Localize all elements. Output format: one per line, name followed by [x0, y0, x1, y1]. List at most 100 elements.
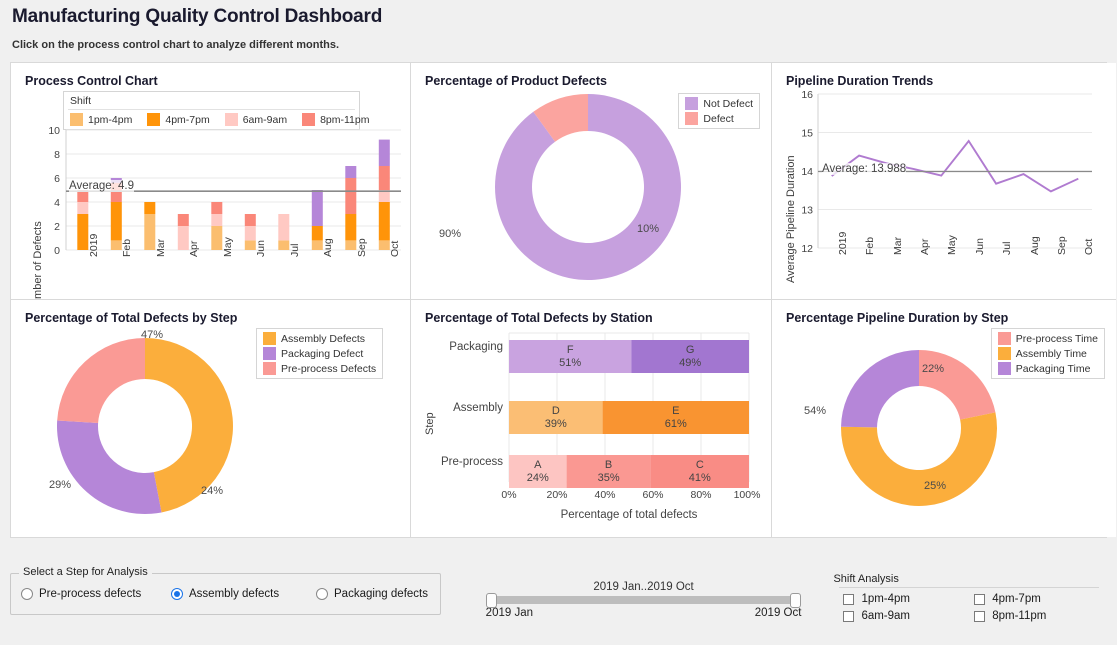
- xtick-Feb: Feb: [121, 239, 133, 257]
- panel-product-defects[interactable]: Percentage of Product Defects Not Defect…: [411, 63, 772, 300]
- xtick-80: 80%: [690, 489, 711, 501]
- radio-icon-packaging[interactable]: [316, 588, 328, 600]
- defects-by-station-svg: F51%G49%D39%E61%A24%B35%C41% Packaging A…: [411, 300, 772, 536]
- station-code-E: E: [672, 405, 679, 417]
- donut-label-preprocess-24: 24%: [201, 485, 223, 497]
- slice-packaging-time[interactable]: [841, 350, 919, 427]
- donut-label-defect: 10%: [637, 223, 659, 235]
- slice-pre-process-defects[interactable]: [57, 338, 145, 423]
- bar-segment-Oct-8pm-11pm[interactable]: [379, 166, 390, 190]
- radio-icon-assembly[interactable]: [171, 588, 183, 600]
- bar-segment-May-6am-9am[interactable]: [211, 214, 222, 226]
- station-bars: F51%G49%D39%E61%A24%B35%C41%: [509, 340, 749, 488]
- bar-segment-May-8pm-11pm[interactable]: [211, 202, 222, 214]
- bar-segment-Jun-6am-9am[interactable]: [245, 226, 256, 240]
- ytick-13: 13: [801, 205, 813, 217]
- bar-segment-Mar-1pm-4pm[interactable]: [144, 214, 155, 250]
- dashboard-grid: Process Control Chart Shift 1pm-4pm 4pm-…: [10, 62, 1107, 538]
- panel-defects-by-step[interactable]: Percentage of Total Defects by Step Asse…: [11, 300, 411, 537]
- station-pct-D: 39%: [545, 418, 567, 430]
- donut-label-not-defect: 90%: [439, 228, 461, 240]
- bar-segment-Sep-8pm-11pm[interactable]: [345, 178, 356, 214]
- bar-segment-May-1pm-4pm[interactable]: [211, 226, 222, 250]
- average-line-label-duration: Average: 13.988: [822, 163, 906, 175]
- category-label-assembly: Assembly: [453, 402, 503, 414]
- station-code-F: F: [567, 344, 574, 356]
- xtick-100: 100%: [734, 489, 761, 501]
- panel-defects-by-station[interactable]: Percentage of Total Defects by Station S…: [411, 300, 772, 537]
- bar-segment-Jun-8pm-11pm[interactable]: [245, 214, 256, 226]
- bar-segment-Sep-1pm-4pm[interactable]: [345, 240, 356, 250]
- checkbox-icon-1pm-4pm[interactable]: [843, 594, 854, 605]
- date-range-slider[interactable]: 2019 Jan..2019 Oct 2019 Jan 2019 Oct: [486, 573, 802, 619]
- slider-caption: 2019 Jan..2019 Oct: [486, 581, 802, 593]
- bar-segment-Sep-4pm-7pm[interactable]: [345, 214, 356, 240]
- bar-segment-Jul-1pm-4pm[interactable]: [278, 240, 289, 250]
- duration-by-step-donut-svg[interactable]: [772, 300, 1116, 536]
- panel-pipeline-duration-trends[interactable]: Pipeline Duration Trends Average Pipelin…: [772, 63, 1116, 300]
- checkbox-icon-6am-9am[interactable]: [843, 611, 854, 622]
- slice-not-defect[interactable]: [495, 94, 681, 280]
- station-code-B: B: [605, 459, 612, 471]
- donut-label-packaging-25: 25%: [924, 480, 946, 492]
- xtick-May: May: [946, 235, 958, 255]
- radio-label-pre-process: Pre-process defects: [39, 588, 141, 600]
- bar-segment-Oct-Packaging[interactable]: [379, 140, 390, 166]
- bar-segment-2019-4pm-7pm[interactable]: [77, 214, 88, 250]
- xtick-0: 0%: [501, 489, 516, 501]
- checkbox-1pm-4pm[interactable]: 1pm-4pm: [843, 593, 966, 605]
- xtick-Mar: Mar: [892, 237, 904, 255]
- xtick-May: May: [222, 237, 234, 257]
- slider-min-label: 2019 Jan: [486, 607, 533, 619]
- xtick-40: 40%: [594, 489, 615, 501]
- radio-label-assembly: Assembly defects: [189, 588, 279, 600]
- ytick-15: 15: [801, 128, 813, 140]
- xtick-Sep: Sep: [356, 238, 368, 257]
- product-defects-donut-svg[interactable]: [411, 63, 772, 300]
- bar-segment-Mar-4pm-7pm[interactable]: [144, 202, 155, 214]
- checkbox-4pm-7pm[interactable]: 4pm-7pm: [974, 593, 1097, 605]
- donut-slices: [495, 94, 681, 280]
- ytick-0: 0: [54, 245, 60, 257]
- xtick-Jul: Jul: [289, 244, 301, 257]
- checkbox-8pm-11pm[interactable]: 8pm-11pm: [974, 610, 1097, 622]
- category-label-pre-process: Pre-process: [441, 456, 503, 468]
- donut-label-assembly-54: 54%: [804, 405, 826, 417]
- checkbox-icon-8pm-11pm[interactable]: [974, 611, 985, 622]
- x-axis-label-station: Percentage of total defects: [561, 509, 698, 521]
- bar-segment-2019-6am-9am[interactable]: [77, 202, 88, 214]
- bar-segment-Sep-Packaging[interactable]: [345, 166, 356, 178]
- slice-packaging-defect[interactable]: [57, 420, 161, 514]
- slice-pre-process-time[interactable]: [919, 350, 995, 420]
- slider-handle-right[interactable]: [790, 593, 801, 608]
- donut-label-preprocess-22: 22%: [922, 363, 944, 375]
- ytick-2: 2: [54, 221, 60, 233]
- panel-process-control-chart[interactable]: Process Control Chart Shift 1pm-4pm 4pm-…: [11, 63, 411, 300]
- radio-packaging-defects[interactable]: Packaging defects: [316, 588, 428, 600]
- checkbox-icon-4pm-7pm[interactable]: [974, 594, 985, 605]
- shift-analysis-checkbox-group[interactable]: 1pm-4pm 4pm-7pm 6am-9am 8pm-11pm: [831, 585, 1107, 622]
- bar-segment-Jul-6am-9am[interactable]: [278, 214, 289, 240]
- category-label-packaging: Packaging: [449, 341, 503, 353]
- shift-analysis-fieldset: Shift Analysis 1pm-4pm 4pm-7pm 6am-9am 8…: [831, 573, 1107, 629]
- station-pct-E: 61%: [665, 418, 687, 430]
- shift-analysis-legend: Shift Analysis: [831, 573, 1107, 585]
- slider-handle-left[interactable]: [486, 593, 497, 608]
- bar-segment-Aug-Packaging[interactable]: [312, 190, 323, 226]
- xtick-Mar: Mar: [155, 239, 167, 257]
- pipeline-trends-svg: 16 15 14 13 12: [772, 63, 1116, 300]
- defects-by-step-donut-svg[interactable]: [11, 300, 411, 536]
- radio-pre-process-defects[interactable]: Pre-process defects: [21, 588, 171, 600]
- slider-track[interactable]: [488, 596, 800, 604]
- panel-duration-by-step[interactable]: Percentage Pipeline Duration by Step Pre…: [772, 300, 1116, 537]
- checkbox-6am-9am[interactable]: 6am-9am: [843, 610, 966, 622]
- radio-icon-pre-process[interactable]: [21, 588, 33, 600]
- step-analysis-radio-group[interactable]: Pre-process defects Assembly defects Pac…: [11, 574, 440, 614]
- xtick-Oct: Oct: [1083, 239, 1095, 255]
- xtick-Sep: Sep: [1056, 236, 1068, 255]
- radio-assembly-defects[interactable]: Assembly defects: [171, 588, 316, 600]
- ytick-10: 10: [48, 125, 60, 137]
- bar-segment-Oct-4pm-7pm[interactable]: [379, 202, 390, 240]
- bar-segment-Apr-8pm-11pm[interactable]: [178, 214, 189, 226]
- bar-segment-Feb-4pm-7pm[interactable]: [111, 202, 122, 240]
